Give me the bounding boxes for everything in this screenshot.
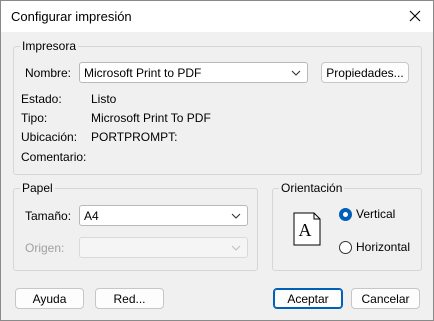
paper-source-label: Origen: [25,241,65,255]
type-value: Microsoft Print To PDF [91,111,211,125]
help-button[interactable]: Ayuda [15,288,84,309]
title-bar: Configurar impresión [1,1,433,32]
paper-source-select[interactable] [79,237,248,258]
window-title: Configurar impresión [11,9,132,24]
status-value: Listo [91,92,117,106]
close-icon [409,10,421,22]
orientation-vertical-label: Vertical [356,207,396,221]
orientation-horizontal-label: Horizontal [356,240,411,254]
location-label: Ubicación: [21,130,78,144]
status-label: Estado: [21,92,62,106]
type-label: Tipo: [21,111,48,125]
printer-group-legend: Impresora [20,39,79,53]
orientation-group-legend: Orientación [279,181,345,195]
portrait-page-icon: A [293,212,321,246]
print-setup-dialog: Configurar impresión Impresora Nombre: M… [0,0,434,321]
location-value: PORTPROMPT: [91,130,178,144]
paper-size-select[interactable]: A4 [79,205,248,226]
preview-letter: A [299,220,312,240]
radio-unchecked-icon [339,240,352,254]
printer-name-label: Nombre: [25,66,72,80]
radio-checked-icon [339,207,352,221]
printer-name-value: Microsoft Print to PDF [84,66,202,80]
printer-name-select[interactable]: Microsoft Print to PDF [79,62,308,83]
paper-size-value: A4 [84,209,99,223]
paper-size-label: Tamaño: [25,209,72,223]
paper-group: Papel [13,181,258,271]
properties-button[interactable]: Propiedades... [321,62,409,83]
chevron-down-icon [231,213,241,219]
network-button[interactable]: Red... [95,288,164,309]
ok-button[interactable]: Aceptar [273,288,343,309]
chevron-down-icon [231,245,241,251]
chevron-down-icon [291,70,301,76]
close-button[interactable] [403,5,427,27]
orientation-horizontal-radio[interactable]: Horizontal [339,240,410,254]
cancel-button[interactable]: Cancelar [351,288,420,309]
orientation-vertical-radio[interactable]: Vertical [339,207,395,221]
paper-group-legend: Papel [20,181,55,195]
comment-label: Comentario: [21,150,87,164]
